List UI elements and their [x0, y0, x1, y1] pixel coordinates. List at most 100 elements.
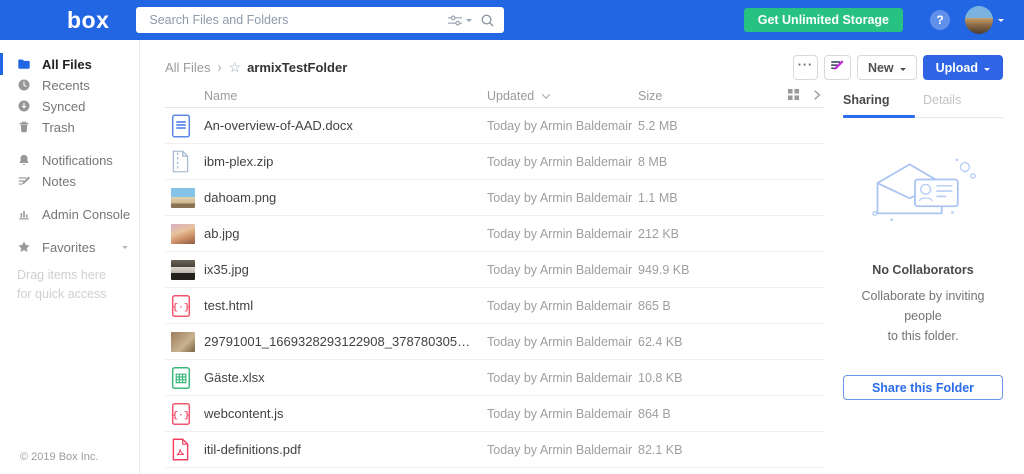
file-thumbnail	[171, 187, 195, 208]
sidebar-item-notes[interactable]: Notes	[0, 171, 139, 191]
file-type-xlsx-icon	[165, 366, 204, 390]
search-filter-icon[interactable]	[447, 14, 463, 27]
folder-toolbar: ··· New Upload	[792, 55, 1003, 80]
collaborators-envelope-illustration	[843, 156, 1003, 233]
search-icon[interactable]	[480, 13, 495, 28]
file-name[interactable]: Gäste.xlsx	[204, 370, 277, 385]
search-input[interactable]	[147, 12, 448, 28]
file-name[interactable]: itil-definitions.pdf	[204, 442, 313, 457]
table-row[interactable]: Gäste.xlsx Today by Armin Baldemair 10.8…	[165, 360, 824, 396]
file-thumbnail	[171, 223, 195, 244]
file-size: 82.1 KB	[638, 442, 683, 457]
file-name[interactable]: ab.jpg	[204, 226, 251, 241]
file-thumbnail	[171, 331, 195, 352]
main-content: All Files › ☆ armixTestFolder Name Updat…	[140, 40, 824, 474]
file-name[interactable]: An-overview-of-AAD.docx	[204, 118, 365, 133]
box-logo[interactable]: box	[67, 8, 109, 32]
copyright: © 2019 Box Inc.	[20, 451, 99, 463]
file-type-docx-icon	[165, 113, 204, 138]
file-size: 62.4 KB	[638, 334, 683, 349]
sidebar-item-favorites[interactable]: Favorites	[0, 237, 139, 257]
account-caret-icon	[998, 18, 1004, 25]
file-size: 212 KB	[638, 226, 680, 241]
box-app: box Get Unlimited Storage ? All Files	[0, 0, 1024, 474]
table-row[interactable]: {·} webcontent.js Today by Armin Baldema…	[165, 396, 824, 432]
search-bar[interactable]	[136, 7, 505, 33]
new-note-button[interactable]	[823, 55, 851, 80]
tab-sharing[interactable]: Sharing	[843, 93, 923, 118]
favorites-collapse-caret-icon[interactable]	[122, 245, 128, 252]
column-header-size[interactable]: Size	[638, 89, 770, 103]
upload-button[interactable]: Upload	[922, 55, 1003, 80]
trash-icon	[17, 120, 32, 134]
upload-caret-icon	[984, 67, 990, 74]
sidebar: All Files Recents Synced Trash Notificat…	[0, 40, 140, 474]
sidebar-item-all-files[interactable]: All Files	[0, 53, 139, 75]
table-row[interactable]: 29791001_1669328293122908_37878030566106…	[165, 324, 824, 360]
sidebar-item-label: Synced	[42, 98, 86, 114]
column-header-updated[interactable]: Updated	[487, 89, 638, 103]
image-thumbnail-cell	[165, 331, 204, 352]
table-row[interactable]: An-overview-of-AAD.docx Today by Armin B…	[165, 108, 824, 144]
sidebar-item-label: Trash	[42, 119, 75, 135]
more-options-button[interactable]: ···	[792, 55, 818, 80]
file-thumbnail	[171, 259, 195, 280]
sidebar-item-trash[interactable]: Trash	[0, 117, 139, 137]
sidebar-item-notifications[interactable]: Notifications	[0, 150, 139, 170]
sidebar-item-synced[interactable]: Synced	[0, 96, 139, 116]
table-row[interactable]: ab.jpg Today by Armin Baldemair 212 KB	[165, 216, 824, 252]
table-header: Name Updated Size	[165, 85, 824, 108]
favorite-star-icon[interactable]: ☆	[229, 60, 242, 74]
file-name[interactable]: test.html	[204, 298, 265, 313]
panel-tabs: Sharing Details	[843, 93, 1003, 118]
table-row[interactable]: ibm-plex.zip Today by Armin Baldemair 8 …	[165, 144, 824, 180]
bell-icon	[17, 153, 32, 167]
clock-icon	[17, 78, 32, 92]
avatar[interactable]	[965, 6, 993, 34]
file-size: 1.1 MB	[638, 190, 678, 205]
table-row[interactable]: itil-definitions.pdf Today by Armin Bald…	[165, 432, 824, 468]
current-folder-name: armixTestFolder	[247, 59, 348, 75]
file-size: 864 B	[638, 406, 671, 421]
right-panel: ··· New Upload Sharing Details No Collab…	[792, 40, 1024, 474]
file-size: 949.9 KB	[638, 262, 690, 277]
table-row[interactable]: dahoam.png Today by Armin Baldemair 1.1 …	[165, 180, 824, 216]
file-name[interactable]: dahoam.png	[204, 190, 288, 205]
column-header-name[interactable]: Name	[165, 89, 487, 103]
notes-pencil-icon	[829, 58, 845, 77]
chart-icon	[17, 207, 32, 221]
breadcrumb-all-files[interactable]: All Files	[165, 60, 211, 75]
file-updated: Today by Armin Baldemair	[487, 406, 633, 421]
file-name[interactable]: ix35.jpg	[204, 262, 261, 277]
tab-details[interactable]: Details	[923, 93, 1003, 117]
file-name[interactable]: 29791001_1669328293122908_37878030566106…	[204, 334, 487, 349]
folder-icon	[17, 57, 32, 71]
table-row[interactable]: {·} test.html Today by Armin Baldemair 8…	[165, 288, 824, 324]
grid-view-toggle-icon[interactable]	[787, 88, 800, 104]
sidebar-item-recents[interactable]: Recents	[0, 75, 139, 95]
file-size: 865 B	[638, 298, 671, 313]
chevron-right-icon[interactable]	[813, 89, 821, 104]
share-this-folder-button[interactable]: Share this Folder	[843, 375, 1003, 400]
search-filter-caret-icon[interactable]	[466, 18, 473, 25]
table-row[interactable]: ix35.jpg Today by Armin Baldemair 949.9 …	[165, 252, 824, 288]
notes-icon	[17, 174, 32, 188]
image-thumbnail-cell	[165, 223, 204, 244]
file-name[interactable]: ibm-plex.zip	[204, 154, 285, 169]
help-button[interactable]: ?	[930, 10, 950, 30]
get-unlimited-storage-button[interactable]: Get Unlimited Storage	[743, 8, 903, 32]
sidebar-item-admin-console[interactable]: Admin Console	[0, 204, 139, 224]
file-name[interactable]: webcontent.js	[204, 406, 296, 421]
header-actions: Get Unlimited Storage ?	[743, 6, 1004, 34]
file-updated: Today by Armin Baldemair	[487, 442, 633, 457]
file-size: 10.8 KB	[638, 370, 683, 385]
file-type-code-icon: {·}	[165, 402, 204, 426]
account-menu[interactable]	[965, 6, 1004, 34]
star-icon	[17, 240, 32, 254]
favorites-hint: Drag items here for quick access	[17, 268, 107, 302]
no-collaborators-title: No Collaborators	[872, 263, 974, 277]
sidebar-item-label: Admin Console	[42, 206, 131, 222]
new-button[interactable]: New	[856, 55, 917, 80]
file-updated: Today by Armin Baldemair	[487, 190, 633, 205]
sidebar-item-label: Notes	[42, 173, 76, 189]
